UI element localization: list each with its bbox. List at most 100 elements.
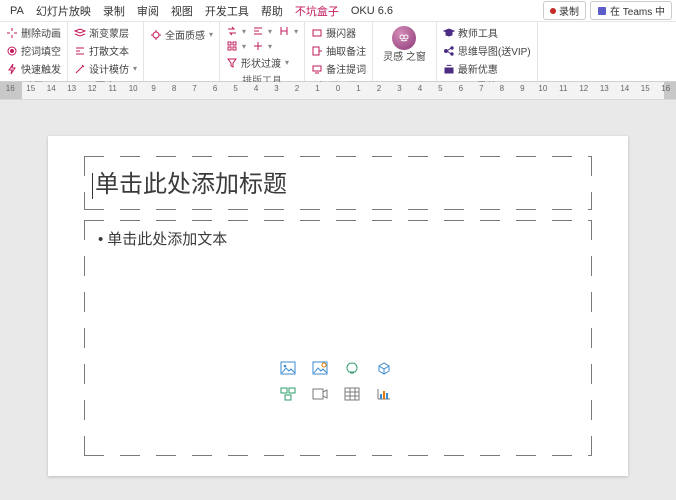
cmd-label: 设计模仿 [89, 61, 129, 76]
insert-smartart-icon[interactable] [279, 386, 297, 402]
ruler-tick: 13 [594, 82, 614, 99]
cmd-arrow-swap[interactable]: ▾ [224, 24, 248, 38]
insert-chart-icon[interactable] [375, 386, 393, 402]
record-dot-icon [550, 8, 556, 14]
ruler-tick: 2 [287, 82, 307, 99]
ruler-tick: 9 [143, 82, 163, 99]
bullet-icon: • [98, 231, 103, 248]
ruler-tick: 5 [430, 82, 450, 99]
menu-bar: PA 幻灯片放映 录制 审阅 视图 开发工具 帮助 不坑盒子 OKU 6.6 录… [0, 0, 676, 22]
insert-video-icon[interactable] [311, 386, 329, 402]
title-placeholder-text[interactable]: 单击此处添加标题 [92, 164, 287, 199]
ruler-tick: 10 [533, 82, 553, 99]
menu-record[interactable]: 录制 [97, 3, 131, 19]
record-label: 录制 [559, 3, 579, 18]
cmd-label: 最新优惠 [458, 61, 498, 76]
chevron-down-icon: ▾ [133, 64, 137, 73]
ruler-tick: 16 [656, 82, 676, 99]
ruler-tick: 0 [328, 82, 348, 99]
horizontal-ruler[interactable]: 1615141312111098765432101234567891011121… [0, 82, 676, 100]
menu-pa[interactable]: PA [4, 5, 30, 17]
content-placeholder[interactable]: •单击此处添加文本 [84, 220, 592, 456]
insert-online-picture-icon[interactable] [311, 360, 329, 376]
text-cursor [92, 173, 93, 199]
layers-icon [74, 27, 86, 39]
ruler-tick: 14 [615, 82, 635, 99]
insert-table-icon[interactable] [343, 386, 361, 402]
ruler-tick: 2 [369, 82, 389, 99]
ruler-tick: 8 [164, 82, 184, 99]
arrows-icon [252, 40, 264, 52]
cmd-notes-prompt[interactable]: 备注提词 [309, 60, 368, 77]
slide-canvas[interactable]: 单击此处添加标题 •单击此处添加文本 [0, 100, 676, 500]
cmd-label: 全面质感 [165, 27, 205, 42]
ribbon-group-quality: 全面质感 ▾ [144, 22, 220, 81]
cmd-full-quality[interactable]: 全面质感 ▾ [148, 26, 215, 43]
ruler-tick: 7 [184, 82, 204, 99]
title-placeholder[interactable]: 单击此处添加标题 [84, 156, 592, 210]
ribbon-group-nav: 教师工具 思维导图(送VIP) 最新优惠 导航 [437, 22, 538, 81]
cmd-grid[interactable]: ▾ [224, 39, 248, 53]
cmd-quick-trigger[interactable]: 快速触发 [4, 60, 63, 77]
menu-slideshow[interactable]: 幻灯片放映 [30, 3, 97, 19]
cmd-extract-notes[interactable]: 抽取备注 [309, 42, 368, 59]
prompter-icon [311, 63, 323, 75]
ruler-tick: 11 [553, 82, 573, 99]
cmd-teacher-tools[interactable]: 教师工具 [441, 24, 533, 41]
insert-icon-icon[interactable] [343, 360, 361, 376]
ribbon-group-pic: 渐变蒙层 打散文本 设计模仿▾ 图文 [68, 22, 144, 81]
gift-icon [443, 63, 455, 75]
cmd-delete-anim[interactable]: 删除动画 [4, 24, 63, 41]
ruler-tick: 10 [123, 82, 143, 99]
menu-oku[interactable]: OKU 6.6 [345, 5, 399, 17]
ruler-tick: 1 [307, 82, 327, 99]
cmd-align[interactable]: ▾ [250, 24, 274, 38]
ruler-tick: 15 [635, 82, 655, 99]
cmd-label: 渐变蒙层 [89, 25, 129, 40]
cmd-mindmap-vip[interactable]: 思维导图(送VIP) [441, 42, 533, 59]
ruler-tick: 12 [82, 82, 102, 99]
insert-3d-icon[interactable] [375, 360, 393, 376]
cmd-arrow-opts[interactable]: ▾ [250, 39, 274, 53]
body-text-span: 单击此处添加文本 [107, 231, 227, 248]
ruler-tick: 12 [574, 82, 594, 99]
ruler-tick: 7 [471, 82, 491, 99]
menu-devtools[interactable]: 开发工具 [199, 3, 255, 19]
ruler-tick: 9 [512, 82, 532, 99]
cmd-shape-filter[interactable]: 形状过渡▾ [224, 54, 300, 71]
cmd-flasher[interactable]: 摄闪器 [309, 24, 368, 41]
cmd-label: 挖词填空 [21, 43, 61, 58]
menu-help[interactable]: 帮助 [255, 3, 289, 19]
ribbon-group-ext: 摄闪器 抽取备注 备注提词 拓展工具 [305, 22, 373, 81]
ruler-tick: 5 [225, 82, 245, 99]
cmd-design-mimic[interactable]: 设计模仿 ▾ [72, 60, 139, 77]
cmd-label: 备注提词 [326, 61, 366, 76]
cmd-latest-deals[interactable]: 最新优惠 [441, 60, 533, 77]
teams-button[interactable]: 在 Teams 中 [590, 1, 672, 20]
cmd-label: 教师工具 [458, 25, 498, 40]
menu-bukeng[interactable]: 不坑盒子 [289, 3, 345, 19]
menu-view[interactable]: 视图 [165, 3, 199, 19]
slide[interactable]: 单击此处添加标题 •单击此处添加文本 [48, 136, 628, 476]
chevron-down-icon: ▾ [268, 42, 272, 51]
chevron-down-icon: ▾ [209, 30, 213, 39]
cmd-gradient-mask[interactable]: 渐变蒙层 [72, 24, 139, 41]
cmd-distribute[interactable]: ▾ [276, 24, 300, 38]
funnel-icon [226, 57, 238, 69]
cmd-label: 灵感 之窗 [383, 52, 426, 63]
grid-icon [226, 40, 238, 52]
record-button[interactable]: 录制 [543, 1, 586, 20]
ruler-tick: 16 [0, 82, 20, 99]
body-placeholder-text[interactable]: •单击此处添加文本 [98, 228, 227, 249]
insert-picture-icon[interactable] [279, 360, 297, 376]
cmd-label: 思维导图(送VIP) [458, 43, 531, 58]
sparkle-icon [6, 27, 18, 39]
ruler-tick: 6 [205, 82, 225, 99]
cmd-label: 删除动画 [21, 25, 61, 40]
ruler-tick: 6 [451, 82, 471, 99]
cmd-dig-blank[interactable]: 挖词填空 [4, 42, 63, 59]
cmd-split-text[interactable]: 打散文本 [72, 42, 139, 59]
menu-review[interactable]: 审阅 [131, 3, 165, 19]
cmd-inspiration[interactable]: 灵感 之窗 [377, 24, 432, 63]
cmd-label: 形状过渡 [241, 55, 281, 70]
